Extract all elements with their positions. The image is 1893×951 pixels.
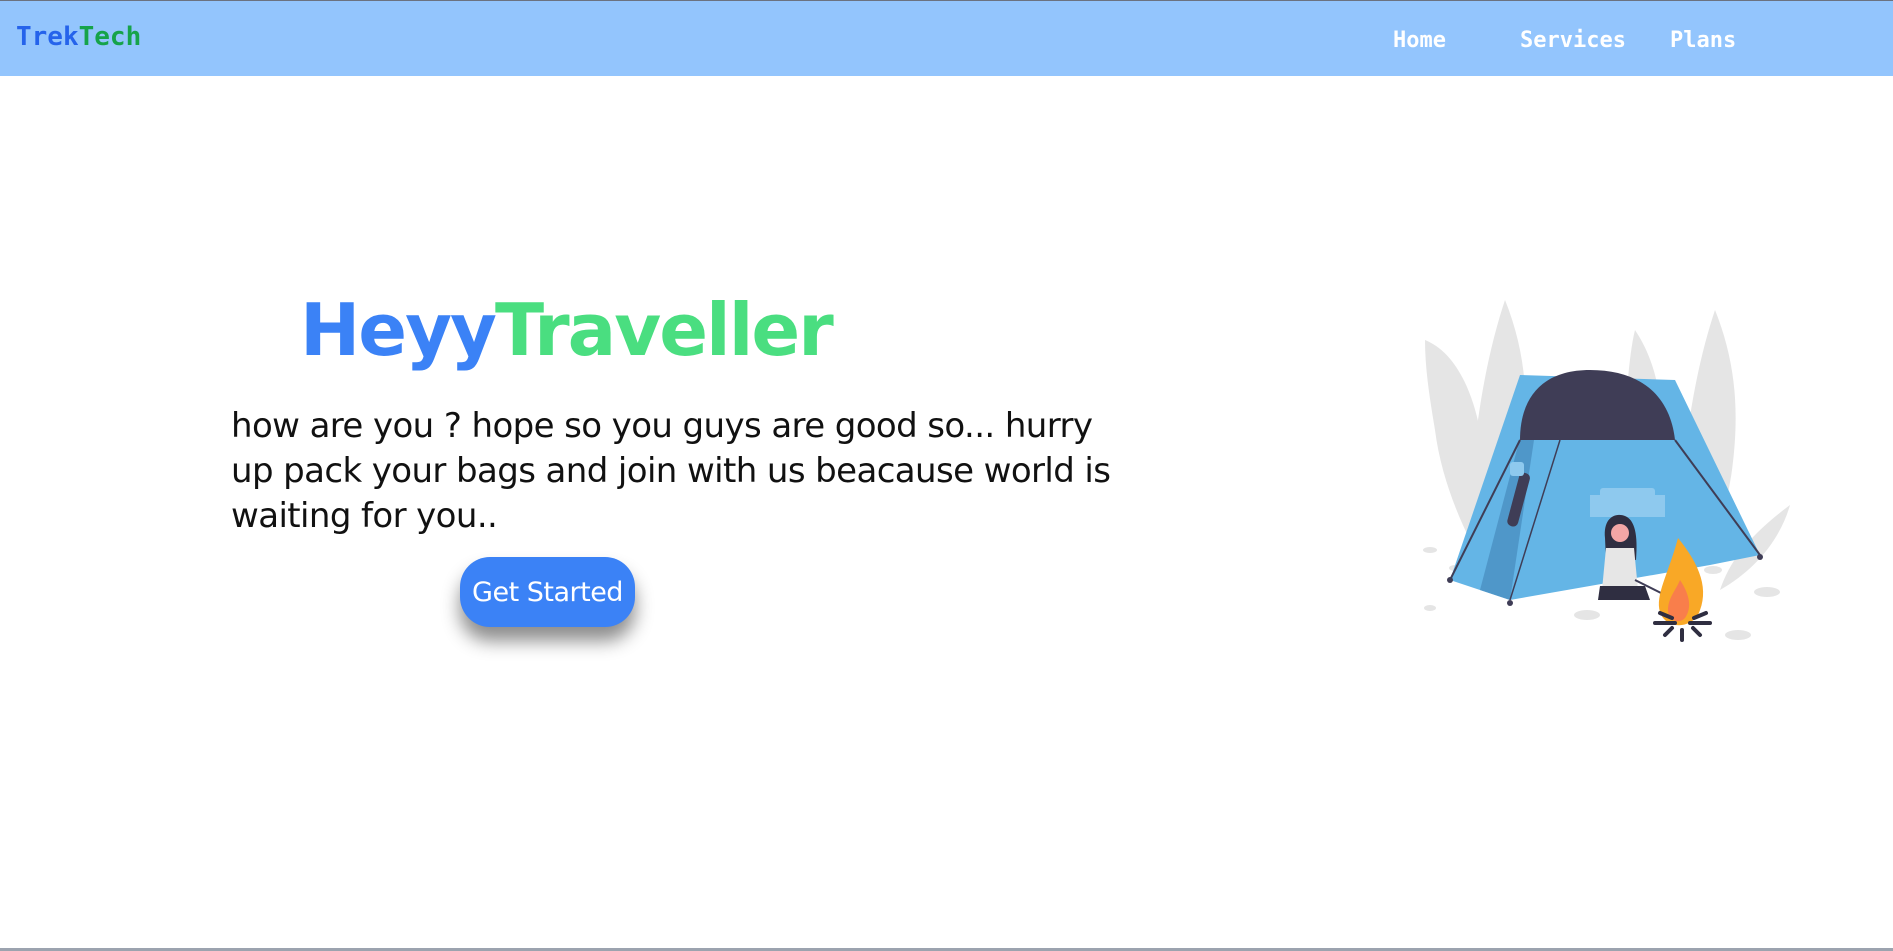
person-head	[1611, 524, 1629, 542]
hero-title-traveller: Traveller	[494, 288, 834, 372]
ground-dot-1	[1423, 547, 1437, 553]
hero-paragraph: how are you ? hope so you guys are good …	[231, 406, 1111, 536]
nav-link-plans[interactable]: Plans	[1670, 25, 1736, 57]
hero-title-heyy: Heyy	[300, 288, 497, 372]
ground-dot-4	[1574, 610, 1600, 620]
ground-dot-7	[1725, 630, 1751, 640]
tent-flap-tip	[1510, 462, 1524, 476]
person-body	[1602, 548, 1638, 590]
ground-dot-3	[1424, 605, 1436, 611]
brand-logo[interactable]: TrekTech	[16, 21, 141, 53]
tent-window	[1590, 495, 1665, 517]
camping-tent-illustration-icon	[1423, 300, 1790, 642]
tent-peg-1	[1447, 577, 1453, 583]
tent-peg-2	[1507, 600, 1513, 606]
nav-link-home[interactable]: Home	[1393, 25, 1446, 57]
top-navbar: TrekTech Home Services Plans	[0, 0, 1893, 76]
tent-peg-3	[1757, 554, 1763, 560]
nav-link-services[interactable]: Services	[1520, 25, 1626, 57]
leaf-left	[1425, 340, 1482, 540]
ground-dot-5	[1704, 566, 1722, 574]
tent-window-top	[1600, 488, 1655, 498]
hero-title: HeyyTraveller	[300, 282, 834, 378]
brand-text-tech: Tech	[78, 22, 142, 52]
ground-dot-6	[1754, 587, 1780, 597]
get-started-button[interactable]: Get Started	[460, 557, 635, 627]
person-legs	[1598, 586, 1650, 600]
brand-text-trek: Trek	[16, 22, 79, 52]
